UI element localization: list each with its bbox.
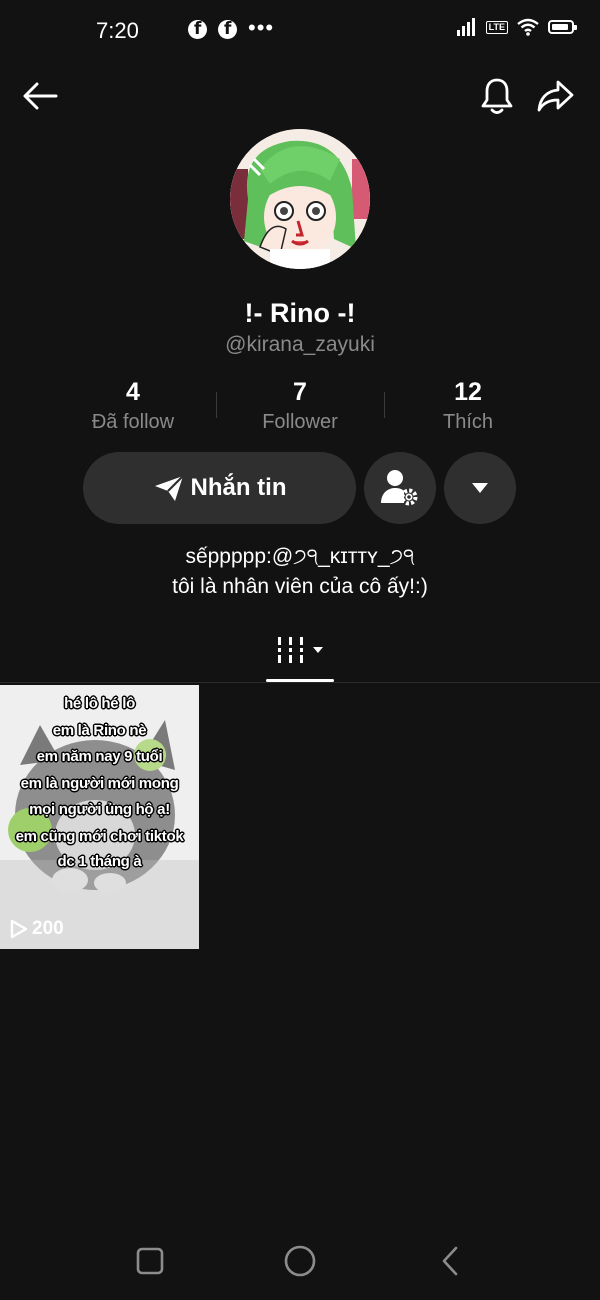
stat-following[interactable]: 4 Đã follow <box>48 378 218 434</box>
video-caption-line: em năm nay 9 tuổi <box>36 748 163 765</box>
back-icon <box>442 1246 458 1276</box>
message-button[interactable]: Nhắn tin <box>83 452 356 524</box>
system-back-button[interactable] <box>425 1236 475 1286</box>
display-name: !- Rino -! <box>244 298 356 328</box>
video-thumbnail[interactable]: hé lô hé lô em là Rino nè em năm nay 9 t… <box>0 685 199 949</box>
share-button[interactable] <box>535 76 575 116</box>
video-caption-line: dc 1 tháng à <box>57 853 142 870</box>
video-caption-line: em là người mới mong <box>20 775 179 792</box>
video-caption-line: em cũng mới chơi tiktok <box>15 828 184 845</box>
home-button[interactable] <box>275 1236 325 1286</box>
battery-icon <box>548 20 577 34</box>
videos-grid-icon <box>278 637 303 663</box>
stat-followers-label: Follower <box>262 411 338 433</box>
recent-apps-button[interactable] <box>125 1236 175 1286</box>
status-time: 7:20 <box>96 18 139 43</box>
profile-avatar[interactable] <box>230 129 370 269</box>
send-icon <box>154 475 184 501</box>
stat-likes[interactable]: 12 Thích <box>383 378 553 434</box>
manage-account-button[interactable] <box>364 452 436 524</box>
stat-following-value: 4 <box>126 378 140 406</box>
stat-likes-label: Thích <box>442 411 494 433</box>
more-dots-icon: ••• <box>248 15 275 40</box>
caret-down-icon <box>472 483 488 493</box>
video-caption-line: mọi người ủng hộ ạ! <box>29 801 170 818</box>
stat-followers-value: 7 <box>293 378 307 406</box>
signal-icon <box>456 18 475 36</box>
volte-icon: LTE <box>485 20 508 34</box>
tab-videos[interactable] <box>266 628 334 672</box>
arrow-left-icon <box>23 82 58 110</box>
system-nav-bar <box>0 1222 600 1300</box>
home-icon <box>284 1245 316 1277</box>
message-button-label: Nhắn tin <box>190 474 287 501</box>
username: @kirana_zayuki <box>225 333 375 356</box>
system-icons: LTE <box>456 18 577 36</box>
video-play-count: 200 <box>10 918 64 940</box>
facebook-icon <box>188 19 207 39</box>
wifi-icon <box>517 18 539 36</box>
facebook-icon <box>218 19 237 39</box>
back-button[interactable] <box>20 76 60 116</box>
share-arrow-icon <box>537 80 574 112</box>
more-options-button[interactable] <box>444 452 516 524</box>
user-settings-icon <box>381 470 418 506</box>
video-caption-line: hé lô hé lô <box>64 695 135 712</box>
play-outline-icon <box>10 919 28 939</box>
stat-likes-value: 12 <box>454 378 482 406</box>
recent-apps-icon <box>136 1247 164 1275</box>
stat-following-label: Đã follow <box>91 411 175 433</box>
bio-line: tôi là nhân viên của cô ấy!:) <box>172 575 428 598</box>
video-caption-line: em là Rino nè <box>52 722 147 739</box>
status-bar: 7:20 ••• LTE <box>0 0 600 62</box>
notifications-button[interactable] <box>477 76 517 116</box>
bio-line: sếppppp:@੭੧_ᴋɪᴛᴛʏ_੭੧ <box>185 545 415 568</box>
video-play-count-value: 200 <box>32 918 64 939</box>
stat-followers[interactable]: 7 Follower <box>215 378 385 434</box>
bell-icon <box>481 78 513 114</box>
tab-divider <box>0 682 600 683</box>
caret-down-icon <box>313 647 323 653</box>
